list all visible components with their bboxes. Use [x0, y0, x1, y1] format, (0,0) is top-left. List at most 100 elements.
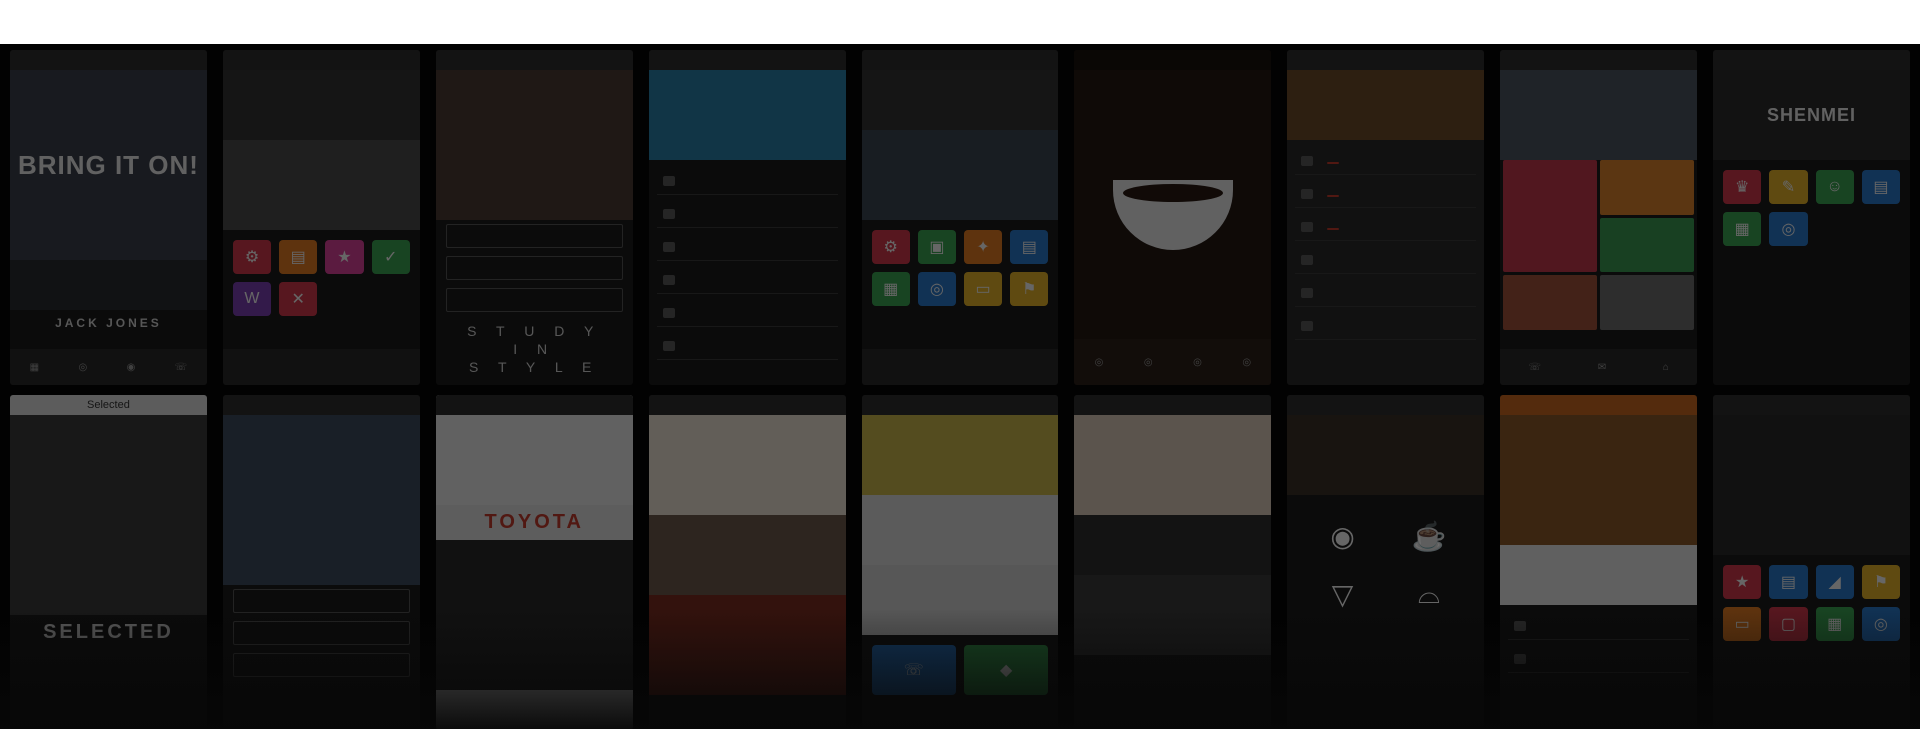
screen-interior-design[interactable] [222, 395, 420, 729]
calendar-icon[interactable]: ▤ [279, 240, 318, 274]
list-item[interactable] [1295, 280, 1477, 307]
menu-button[interactable] [445, 224, 623, 248]
grid-icon[interactable]: ▦ [1815, 607, 1854, 641]
list-item[interactable] [656, 234, 838, 261]
map-icon[interactable]: ✓ [371, 240, 410, 274]
status-bar [861, 50, 1059, 70]
cart-icon[interactable]: ▣ [917, 230, 956, 264]
list-item[interactable] [1295, 181, 1477, 208]
star-icon[interactable]: ★ [1723, 565, 1762, 599]
cloche-icon[interactable]: ⌓ [1398, 577, 1460, 611]
list-item[interactable] [1295, 148, 1477, 175]
map-icon[interactable]: ⌂ [1663, 362, 1669, 373]
list-item[interactable] [656, 267, 838, 294]
study-in-style-caption: S T U D Y I N S T Y L E [436, 316, 633, 382]
star-icon[interactable]: ◆ [963, 645, 1049, 695]
screen-coffee-app[interactable]: ◎ ◎ ◎ ◎ [1074, 50, 1272, 385]
map-icon[interactable]: ◢ [1815, 565, 1854, 599]
calendar-icon[interactable]: ▤ [1861, 170, 1900, 204]
star-icon[interactable]: ✎ [1769, 170, 1808, 204]
screen-restaurant-logo[interactable] [648, 395, 846, 729]
chat-icon[interactable]: ✉ [1598, 362, 1606, 373]
cart-icon[interactable]: ◎ [1193, 357, 1202, 368]
gear-icon[interactable]: ▢ [1769, 607, 1808, 641]
yellow-banner [861, 415, 1059, 495]
cart-icon[interactable]: ◉ [127, 362, 136, 373]
screen-selected-fashion[interactable]: Selected SELECTED [10, 395, 207, 729]
food-icon[interactable]: ◉ [1311, 519, 1373, 553]
calendar-icon[interactable]: ▤ [1769, 565, 1808, 599]
screen-shenmei-beauty[interactable]: SHENMEI ♛ ✎ ☺ ▤ ▦ ◎ [1713, 50, 1910, 385]
bottom-nav [222, 349, 420, 385]
icon-grid: ★ ▤ ◢ ⚑ ▭ ▢ ▦ ◎ [1713, 555, 1910, 651]
grid-icon[interactable]: ▦ [871, 272, 910, 306]
map-icon[interactable]: ▭ [963, 272, 1003, 306]
screen-gym-app[interactable]: ⚙ ▤ ★ ✓ W ✕ [222, 50, 420, 385]
screens-grid: BRING IT ON! JACK JONES ▦ ◎ ◉ ☏ ⚙ ▤ ★ ✓ … [0, 44, 1920, 729]
gear-icon[interactable]: ◎ [1095, 357, 1104, 368]
tile-grey[interactable] [1600, 275, 1695, 330]
compass-icon[interactable]: ◎ [1861, 607, 1900, 641]
phone-icon[interactable]: ☏ [1529, 362, 1542, 373]
beauty-banner: SHENMEI [1713, 70, 1910, 160]
list-item[interactable] [656, 300, 838, 327]
tile-green[interactable] [1600, 217, 1695, 273]
screen-study-in-style[interactable]: S T U D Y I N S T Y L E [435, 50, 633, 385]
tile-red[interactable] [1503, 160, 1598, 273]
cart-icon[interactable]: ✕ [279, 282, 318, 316]
screen-green-tiles[interactable]: ☏ ◆ [861, 395, 1059, 729]
grid-icon[interactable]: ▦ [30, 362, 39, 373]
screen-fashion-jackjones[interactable]: BRING IT ON! JACK JONES ▦ ◎ ◉ ☏ [10, 50, 207, 385]
gym-photo [222, 140, 420, 230]
compass-icon[interactable]: ◎ [1144, 357, 1153, 368]
tile-brown[interactable] [1503, 275, 1598, 330]
compass-icon[interactable]: ◎ [917, 272, 956, 306]
screen-metro-tiles[interactable]: ☏ ✉ ⌂ [1500, 50, 1698, 385]
list-item[interactable] [1295, 214, 1477, 241]
menu-button[interactable] [232, 653, 410, 677]
screen-dining[interactable] [1074, 395, 1272, 729]
screen-toyota[interactable]: TOYOTA [435, 395, 633, 729]
grid-icon[interactable]: ▦ [1723, 212, 1762, 246]
status-bar [1287, 395, 1485, 415]
coffee-icon[interactable]: ☕ [1398, 519, 1460, 553]
menu-button[interactable] [232, 589, 410, 613]
screen-dark-menu[interactable]: ◉ ☕ ▽ ⌓ [1287, 395, 1485, 729]
caption-line: S T Y L E [469, 359, 600, 375]
list-item[interactable] [656, 168, 838, 195]
phone-icon[interactable]: ☏ [871, 645, 956, 695]
screen-city-app[interactable]: ⚙ ▣ ✦ ▤ ▦ ◎ ▭ ⚑ [861, 50, 1059, 385]
compass-icon[interactable]: ◎ [1769, 212, 1808, 246]
cart-icon[interactable]: ▭ [1723, 607, 1762, 641]
list-item[interactable] [656, 333, 838, 360]
menu-button[interactable] [445, 256, 623, 280]
screen-starbucks[interactable]: ★ ▤ ◢ ⚑ ▭ ▢ ▦ ◎ [1713, 395, 1910, 729]
shirt-icon[interactable]: ⚑ [1010, 272, 1049, 306]
cocktail-icon[interactable]: ▽ [1311, 577, 1373, 611]
screen-blue-list-app[interactable] [648, 50, 846, 385]
list-item[interactable] [1295, 313, 1477, 340]
gear-icon[interactable]: ⚙ [232, 240, 272, 274]
star-icon[interactable]: ✦ [963, 230, 1003, 264]
compass-icon[interactable]: ◎ [78, 362, 87, 373]
phone-icon[interactable]: ☏ [175, 362, 188, 373]
star-icon[interactable]: ◎ [1242, 357, 1251, 368]
calendar-icon[interactable]: ▤ [1010, 230, 1049, 264]
menu-button[interactable] [445, 288, 623, 312]
list-item[interactable] [1295, 247, 1477, 274]
shirt-icon[interactable]: W [232, 282, 272, 316]
shirt-icon[interactable]: ⚑ [1861, 565, 1900, 599]
menu-button[interactable] [232, 621, 410, 645]
screen-orange-shop[interactable] [1500, 395, 1698, 729]
app-screenshots-collage: BRING IT ON! JACK JONES ▦ ◎ ◉ ☏ ⚙ ▤ ★ ✓ … [0, 44, 1920, 729]
room-photo [222, 415, 420, 585]
screen-food-menu[interactable] [1287, 50, 1485, 385]
shirt-icon[interactable]: ☺ [1815, 170, 1854, 204]
star-icon[interactable]: ★ [325, 240, 364, 274]
tile-orange[interactable] [1600, 160, 1695, 215]
gear-icon[interactable]: ⚙ [871, 230, 910, 264]
status-bar [222, 50, 420, 70]
food-photo [648, 515, 846, 595]
gear-icon[interactable]: ♛ [1723, 170, 1762, 204]
list-item[interactable] [656, 201, 838, 228]
